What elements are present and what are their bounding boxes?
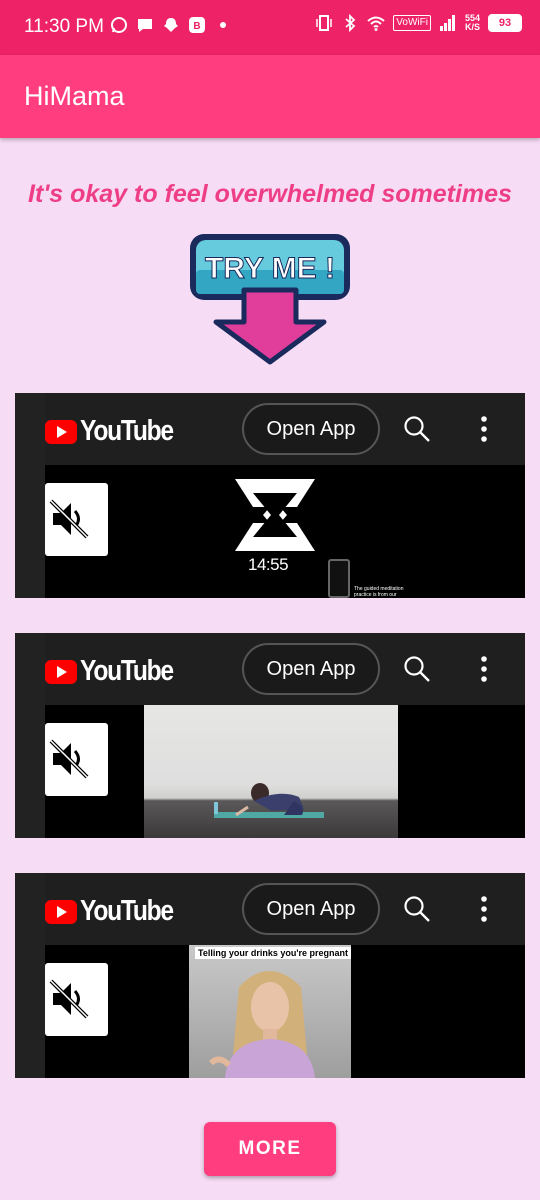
video-side-strip bbox=[15, 393, 45, 598]
youtube-logo-text: YouTube bbox=[80, 655, 174, 687]
search-icon[interactable] bbox=[403, 895, 431, 923]
bluetooth-icon bbox=[345, 14, 356, 32]
try-me-button[interactable]: TRY ME ! bbox=[186, 230, 354, 366]
search-icon[interactable] bbox=[403, 655, 431, 683]
play-icon bbox=[45, 659, 77, 684]
yoga-figure bbox=[214, 783, 324, 818]
system-icons: VoWiFi 554 K/S 93 bbox=[315, 14, 522, 32]
more-button[interactable]: MORE bbox=[204, 1122, 336, 1176]
snapchat-icon bbox=[164, 18, 178, 32]
video-embed-2[interactable]: YouTube Open App bbox=[15, 633, 525, 838]
video-duration: 14:55 bbox=[248, 555, 289, 574]
network-speed: 554 K/S bbox=[465, 14, 480, 32]
app-title: HiMama bbox=[24, 81, 125, 111]
mute-icon bbox=[49, 979, 89, 1019]
more-vert-icon[interactable] bbox=[480, 895, 488, 923]
phone-caption: The guided meditation practice is from o… bbox=[354, 586, 404, 598]
mute-icon bbox=[49, 499, 89, 539]
search-icon[interactable] bbox=[403, 415, 431, 443]
mute-button[interactable] bbox=[45, 723, 108, 796]
dot-icon bbox=[220, 22, 226, 28]
youtube-logo[interactable]: YouTube bbox=[45, 895, 189, 928]
tagline: It's okay to feel overwhelmed sometimes bbox=[28, 180, 512, 208]
down-arrow-icon bbox=[213, 287, 327, 365]
open-app-button[interactable]: Open App bbox=[242, 403, 380, 455]
video-thumbnail[interactable] bbox=[144, 705, 398, 838]
status-bar: 11:30 PM B VoWiFi 554 K/S 93 bbox=[0, 0, 540, 55]
phone-image bbox=[328, 559, 350, 598]
battery-icon: 93 bbox=[488, 14, 522, 32]
open-app-button[interactable]: Open App bbox=[242, 883, 380, 935]
youtube-logo-text: YouTube bbox=[80, 415, 174, 447]
youtube-logo[interactable]: YouTube bbox=[45, 655, 189, 688]
play-icon bbox=[45, 419, 77, 444]
message-icon bbox=[138, 19, 152, 32]
video-side-strip bbox=[15, 633, 45, 838]
status-time: 11:30 PM bbox=[24, 16, 104, 37]
play-icon bbox=[45, 899, 77, 924]
video-embed-1[interactable]: YouTube Open App 14:55 The guided medita… bbox=[15, 393, 525, 598]
open-app-button[interactable]: Open App bbox=[242, 643, 380, 695]
try-me-label: TRY ME ! bbox=[205, 252, 335, 285]
mute-button[interactable] bbox=[45, 483, 108, 556]
app-bar: HiMama bbox=[0, 55, 540, 138]
more-vert-icon[interactable] bbox=[480, 655, 488, 683]
vibrate-icon bbox=[316, 15, 333, 31]
app-b-icon: B bbox=[189, 17, 205, 33]
whatsapp-icon bbox=[111, 17, 127, 33]
signal-icon bbox=[439, 15, 455, 31]
thumbnail-caption: Telling your drinks you're pregnant bbox=[195, 947, 351, 959]
video-side-strip bbox=[15, 873, 45, 1078]
svg-text:B: B bbox=[193, 21, 200, 32]
woman-portrait bbox=[208, 971, 315, 1078]
video-thumbnail[interactable]: Telling your drinks you're pregnant bbox=[189, 945, 351, 1078]
notification-icons: B bbox=[110, 16, 232, 34]
more-vert-icon[interactable] bbox=[480, 415, 488, 443]
youtube-logo-text: YouTube bbox=[80, 895, 174, 927]
video-embed-3[interactable]: YouTube Open App Telling your drinks you… bbox=[15, 873, 525, 1078]
declutter-logo bbox=[235, 479, 315, 551]
video-thumbnail[interactable]: 14:55 bbox=[215, 475, 335, 585]
youtube-logo[interactable]: YouTube bbox=[45, 415, 189, 448]
battery-level: 93 bbox=[498, 17, 512, 29]
network-speed-unit: K/S bbox=[464, 22, 480, 32]
vowifi-badge: VoWiFi bbox=[393, 15, 431, 31]
mute-button[interactable] bbox=[45, 963, 108, 1036]
mute-icon bbox=[49, 739, 89, 779]
wifi-icon bbox=[367, 16, 385, 31]
